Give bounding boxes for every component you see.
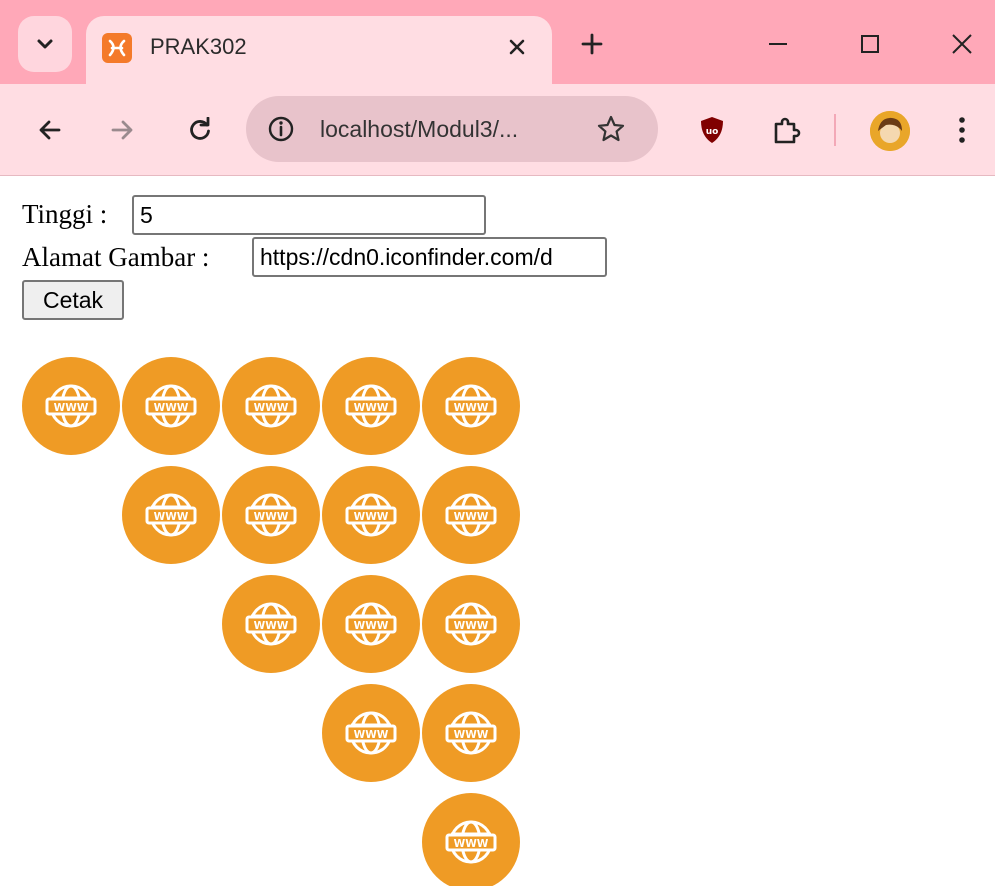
svg-text:WWW: WWW	[454, 729, 489, 741]
extensions-button[interactable]	[764, 108, 808, 152]
svg-text:WWW: WWW	[254, 511, 289, 523]
icon-triangle: WWW WWW WWW WWW WWW WWW WWW WWW WWW WWW WWW WWW WWW W…	[22, 357, 522, 886]
forward-button[interactable]	[100, 108, 144, 152]
svg-text:WWW: WWW	[354, 729, 389, 741]
reload-button[interactable]	[178, 108, 222, 152]
cetak-button[interactable]: Cetak	[22, 280, 124, 320]
globe-www-icon: WWW	[422, 357, 520, 455]
svg-text:WWW: WWW	[454, 838, 489, 850]
chevron-down-icon	[37, 39, 53, 49]
globe-www-icon: WWW	[322, 466, 420, 564]
globe-www-icon: WWW	[322, 575, 420, 673]
globe-www-icon: WWW	[422, 793, 520, 886]
back-button[interactable]	[28, 108, 72, 152]
maximize-button[interactable]	[850, 24, 890, 64]
window-close-button[interactable]	[942, 24, 982, 64]
url-text: localhost/Modul3/...	[320, 116, 519, 142]
plus-icon	[581, 33, 603, 55]
height-label: Tinggi :	[22, 199, 108, 229]
image-url-label: Alamat Gambar :	[22, 242, 210, 272]
image-url-input[interactable]: https://cdn0.iconfinder.com/d	[252, 237, 607, 277]
globe-www-icon: WWW	[422, 684, 520, 782]
close-icon	[509, 39, 525, 55]
page-content: Tinggi : 5 Alamat Gambar : https://cdn0.…	[0, 177, 995, 886]
puzzle-icon	[774, 117, 801, 144]
globe-www-icon: WWW	[122, 466, 220, 564]
forward-icon	[111, 120, 133, 140]
globe-www-icon: WWW	[122, 357, 220, 455]
globe-www-icon: WWW	[222, 466, 320, 564]
svg-text:WWW: WWW	[354, 511, 389, 523]
height-input[interactable]: 5	[132, 195, 486, 235]
svg-text:WWW: WWW	[454, 620, 489, 632]
globe-www-icon: WWW	[222, 357, 320, 455]
globe-www-icon: WWW	[422, 466, 520, 564]
globe-www-icon: WWW	[322, 684, 420, 782]
minimize-icon	[769, 43, 787, 45]
svg-text:WWW: WWW	[354, 402, 389, 414]
tab-title: PRAK302	[150, 34, 247, 59]
svg-text:WWW: WWW	[154, 402, 189, 414]
bookmark-button[interactable]	[592, 110, 630, 148]
globe-www-icon: WWW	[322, 357, 420, 455]
browser-tab[interactable]: PRAK302	[86, 16, 552, 86]
more-vert-icon	[959, 117, 965, 143]
globe-www-icon: WWW	[22, 357, 120, 455]
svg-text:WWW: WWW	[454, 511, 489, 523]
browser-titlebar: PRAK302	[0, 0, 995, 86]
reload-icon	[190, 117, 210, 140]
toolbar-divider	[834, 114, 836, 146]
address-bar[interactable]: localhost/Modul3/...	[246, 96, 658, 162]
avatar[interactable]	[870, 111, 910, 151]
menu-button[interactable]	[940, 108, 984, 152]
info-icon	[268, 116, 294, 142]
svg-text:WWW: WWW	[54, 402, 89, 414]
back-icon	[39, 120, 61, 140]
svg-text:WWW: WWW	[454, 402, 489, 414]
svg-text:uo: uo	[706, 127, 719, 137]
svg-text:WWW: WWW	[254, 620, 289, 632]
new-tab-button[interactable]	[574, 26, 610, 62]
maximize-icon	[861, 35, 879, 53]
minimize-button[interactable]	[758, 24, 798, 64]
ublock-extension-button[interactable]: uo	[690, 108, 734, 152]
svg-text:WWW: WWW	[254, 402, 289, 414]
tab-search-button[interactable]	[18, 16, 72, 72]
star-icon	[597, 115, 625, 142]
globe-www-icon: WWW	[222, 575, 320, 673]
globe-www-icon: WWW	[422, 575, 520, 673]
tab-close-button[interactable]	[500, 30, 534, 64]
close-icon	[952, 34, 972, 54]
svg-text:WWW: WWW	[154, 511, 189, 523]
browser-toolbar: localhost/Modul3/... uo	[0, 84, 995, 176]
ublock-icon: uo	[701, 117, 723, 143]
svg-text:WWW: WWW	[354, 620, 389, 632]
xampp-icon	[102, 33, 132, 63]
site-info-button[interactable]	[262, 110, 300, 148]
